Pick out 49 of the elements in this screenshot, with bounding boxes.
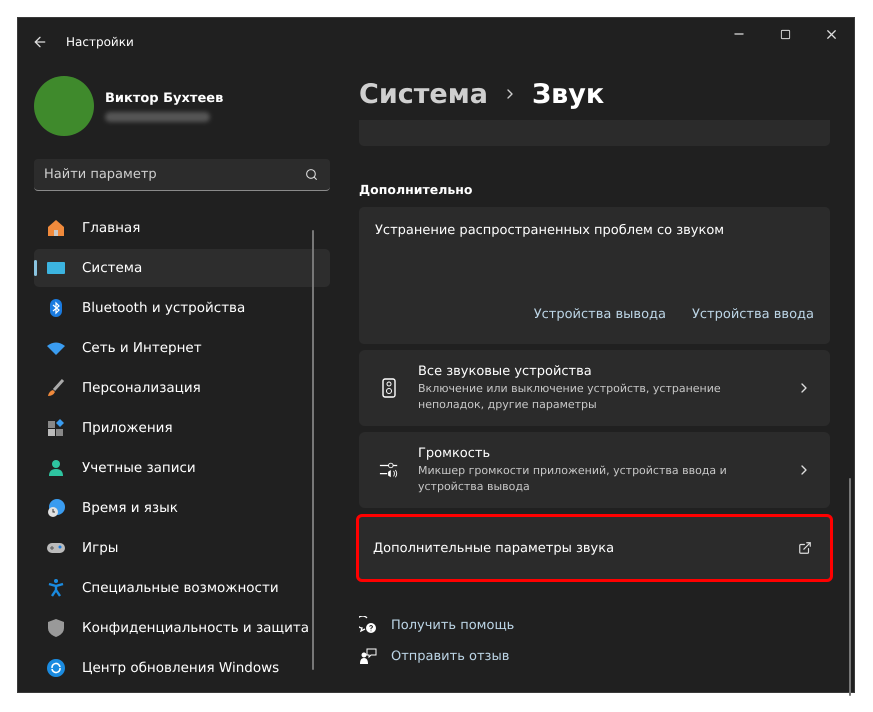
help-link[interactable]: Отправить отзыв [391, 648, 510, 664]
update-icon [46, 658, 66, 678]
nav-item[interactable]: Bluetooth и устройства [34, 289, 330, 327]
person-icon [46, 458, 66, 478]
card-title: Громкость [418, 446, 492, 460]
nav-item[interactable]: Главная [34, 209, 330, 247]
volume-mixer-icon [379, 460, 399, 480]
nav-item[interactable]: Специальные возможности [34, 569, 330, 607]
user-name: Виктор Бухтеев [105, 90, 224, 106]
accessibility-icon [46, 578, 66, 598]
globe-clock-icon [46, 498, 66, 518]
help-chat-icon [359, 616, 377, 634]
settings-card[interactable]: Дополнительные параметры звука [356, 514, 833, 582]
card-description: Микшер громкости приложений, устройства ввода и устройства вывода [418, 462, 728, 494]
card-title: Все звуковые устройства [418, 364, 593, 378]
nav-item[interactable]: Конфиденциальность и защита [34, 609, 330, 647]
scrollbar[interactable] [312, 230, 314, 670]
nav-item[interactable]: Игры [34, 529, 330, 567]
external-link-icon [798, 541, 812, 555]
shield-icon [46, 618, 66, 638]
breadcrumb-parent[interactable]: Система [359, 78, 488, 110]
nav-item[interactable]: Центр обновления Windows [34, 649, 330, 687]
card-title: Устранение распространенных проблем со звуком [375, 223, 726, 238]
window-title: Настройки [66, 35, 135, 49]
settings-card[interactable]: Громкость Микшер громкости приложений, устройства ввода и устройства вывода [359, 432, 830, 508]
nav-item[interactable]: Время и язык [34, 489, 330, 527]
search-field[interactable]: Найти параметр [34, 159, 330, 191]
card-description: Включение или выключение устройств, устранение неполадок, другие параметры [418, 380, 722, 412]
settings-card[interactable]: Все звуковые устройства Включение или выключение устройств, устранение неполадок, другие параметры [359, 350, 830, 426]
nav-item[interactable]: Система [34, 249, 330, 287]
nav-item[interactable]: Сеть и Интернет [34, 329, 330, 367]
section-heading: Дополнительно [359, 182, 474, 197]
page-title: Звук [532, 78, 604, 110]
house-icon [46, 218, 66, 238]
selection-indicator [34, 260, 37, 276]
nav-item[interactable]: Приложения [34, 409, 330, 447]
scrollbar[interactable] [849, 478, 851, 696]
feedback-icon [359, 647, 377, 665]
link-button[interactable]: Устройства ввода [680, 303, 814, 326]
nav-item[interactable]: Учетные записи [34, 449, 330, 487]
brush-icon [46, 378, 66, 398]
card-title: Дополнительные параметры звука [373, 540, 616, 556]
speaker-icon [382, 378, 396, 398]
search-icon [305, 168, 318, 181]
nav-item[interactable]: Персонализация [34, 369, 330, 407]
link-button[interactable]: Устройства вывода [522, 303, 666, 326]
maximize-icon[interactable] [780, 28, 790, 40]
help-link[interactable]: Получить помощь [391, 618, 514, 632]
apps-icon [46, 418, 66, 438]
